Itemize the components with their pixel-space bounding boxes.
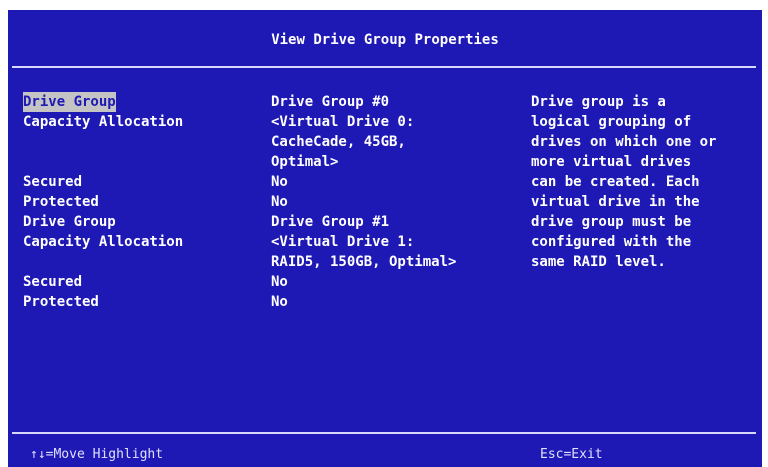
bios-screen: View Drive Group Properties Drive Group … [8, 10, 762, 467]
property-value-secured-1: No [271, 274, 288, 290]
property-label-capacity-allocation-1[interactable]: Capacity Allocation [23, 232, 183, 252]
footer-divider [12, 432, 756, 434]
footer-move-highlight-hint: ↑↓=Move Highlight [30, 447, 164, 462]
property-label-protected-1[interactable]: Protected [23, 292, 99, 312]
page-title: View Drive Group Properties [271, 32, 499, 48]
property-label-secured-1[interactable]: Secured [23, 272, 82, 292]
property-value-capacity-allocation-1[interactable]: <Virtual Drive 1: RAID5, 150GB, Optimal> [271, 232, 456, 272]
property-value-protected-1: No [271, 294, 288, 310]
top-cropped-strip [0, 0, 768, 10]
property-value-secured-0: No [271, 174, 288, 190]
property-value-drive-group-0: Drive Group #0 [271, 94, 390, 110]
property-label-drive-group-1[interactable]: Drive Group [23, 212, 116, 232]
property-value-drive-group-1: Drive Group #1 [271, 214, 390, 230]
property-label-drive-group-0[interactable]: Drive Group [23, 92, 116, 112]
help-text: Drive group is a logical grouping of dri… [531, 94, 717, 270]
property-label-secured-0[interactable]: Secured [23, 172, 82, 192]
footer-exit-hint: Esc=Exit [540, 447, 603, 462]
property-value-protected-0: No [271, 194, 288, 210]
property-value-capacity-allocation-0[interactable]: <Virtual Drive 0: CacheCade, 45GB, Optim… [271, 112, 414, 172]
header-divider [12, 66, 756, 68]
property-label-capacity-allocation-0[interactable]: Capacity Allocation [23, 112, 183, 132]
property-label-protected-0[interactable]: Protected [23, 192, 99, 212]
